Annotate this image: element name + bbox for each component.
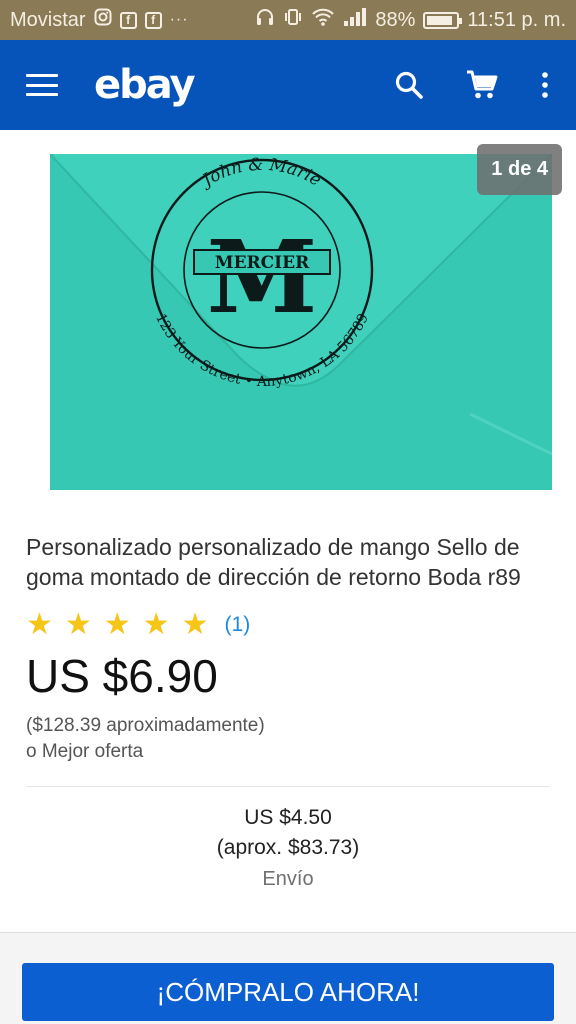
search-icon[interactable] [394,70,424,100]
battery-level [427,15,453,25]
app-bar-actions [394,70,550,100]
carrier-name: Movistar [10,8,86,31]
facebook-icon: f [144,11,162,29]
shipping-approx: (aprox. $83.73) [216,836,360,859]
rating-count-link[interactable]: (1) [225,613,251,637]
image-counter-badge: 1 de 4 [477,144,562,195]
star-icon: ★ [26,608,53,641]
best-offer-label: o Mejor oferta [26,741,144,762]
rating-stars: ★ ★ ★ ★ ★ [26,610,209,640]
battery-percent: 88% [375,8,416,31]
star-icon: ★ [103,608,131,641]
stamp-monogram: M [207,218,318,336]
product-price: US $6.90 [26,650,218,702]
clock: 11:51 p. m. [467,8,566,31]
vibrate-icon [283,7,303,33]
divider [26,786,550,787]
instagram-icon [94,8,112,32]
product-details: Personalizado personalizado de mango Sel… [0,506,576,895]
status-left: Movistar f f ··· [10,8,189,32]
menu-icon[interactable] [26,74,58,96]
battery-icon [423,11,463,29]
wifi-icon [311,7,335,33]
shipping-price: US $4.50 [244,806,332,829]
shipping-info: US $4.50 (aprox. $83.73) Envío [26,803,550,895]
more-dots-icon: ··· [169,11,189,28]
status-right: 88% 11:51 p. m. [255,7,566,33]
overflow-menu-icon[interactable] [540,71,550,99]
price-approx: ($128.39 aproximadamente) [26,715,265,736]
shipping-label: Envío [262,868,314,890]
app-bar: ebay [0,40,576,130]
buy-now-button[interactable]: ¡CÓMPRALO AHORA! [22,963,554,1021]
headset-icon [255,7,275,33]
facebook-icon: f [119,11,137,29]
product-image-gallery[interactable]: John & Marie 123 Your Street • Anytown, … [0,130,576,506]
star-icon: ★ [181,608,209,641]
product-rating: ★ ★ ★ ★ ★ (1) [26,610,550,640]
status-bar: Movistar f f ··· 88% 11:51 p. m. [0,0,576,40]
signal-icon [343,7,367,33]
ebay-logo[interactable]: ebay [94,62,196,108]
star-icon: ★ [64,608,92,641]
stamp-surname: MERCIER [215,253,310,273]
product-image: John & Marie 123 Your Street • Anytown, … [50,154,552,490]
buy-bar: ¡CÓMPRALO AHORA! [0,932,576,1024]
cart-icon[interactable] [466,70,498,100]
star-icon: ★ [142,608,170,641]
product-title: Personalizado personalizado de mango Sel… [26,534,521,590]
